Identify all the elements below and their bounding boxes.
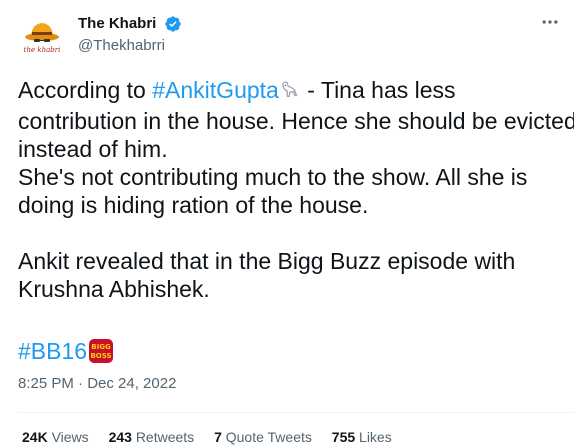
views-label: Views xyxy=(51,429,89,445)
tweet-line: instead of him. xyxy=(18,136,168,162)
tweet-stats: 24K Views 243 Retweets 7 Quote Tweets 75… xyxy=(22,428,408,446)
views-count: 24K xyxy=(22,429,48,445)
tweet-line: Krushna Abhishek. xyxy=(18,276,210,302)
more-options-button[interactable] xyxy=(540,12,566,32)
tweet-line: #BB16 BIGG BOSS xyxy=(18,337,574,365)
likes-stat[interactable]: 755 Likes xyxy=(332,428,392,446)
quote-tweets-label: Quote Tweets xyxy=(225,429,312,445)
more-dots-icon xyxy=(542,20,558,24)
author-display-name[interactable]: The Khabri xyxy=(78,14,156,34)
tweet-line: Ankit revealed that in the Bigg Buzz epi… xyxy=(18,248,516,274)
author-handle[interactable]: @Thekhabrri xyxy=(78,36,182,56)
tweet-line: contribution in the house. Hence she sho… xyxy=(18,108,574,134)
tweet-timestamp[interactable]: 8:25 PM · Dec 24, 2022 xyxy=(18,374,176,394)
likes-label: Likes xyxy=(359,429,392,445)
tweet-line: According to #AnkitGupta - Tina has less xyxy=(18,76,574,107)
views-stat: 24K Views xyxy=(22,428,89,446)
tweet-text-segment: - Tina has less xyxy=(300,77,456,103)
author-name-block: The Khabri @Thekhabrri xyxy=(78,14,182,56)
hashtag-bb16-link[interactable]: #BB16 xyxy=(18,338,87,364)
quote-tweets-count: 7 xyxy=(214,429,222,445)
goat-emoji-icon xyxy=(279,79,301,107)
author-avatar[interactable]: the khabri xyxy=(18,12,66,60)
svg-text:BOSS: BOSS xyxy=(91,352,112,360)
retweets-stat[interactable]: 243 Retweets xyxy=(109,428,195,446)
verified-badge-icon xyxy=(165,16,181,32)
retweets-label: Retweets xyxy=(135,429,195,445)
tweet-header: the khabri The Khabri @Thekhabrri xyxy=(18,12,574,60)
svg-text:BIGG: BIGG xyxy=(91,343,111,351)
likes-count: 755 xyxy=(331,429,356,445)
hashtag-ankitgupta-link[interactable]: #AnkitGupta xyxy=(152,77,279,103)
tweet-text-segment: According to xyxy=(18,77,153,103)
khabri-logo-icon: the khabri xyxy=(18,12,66,60)
quote-tweets-stat[interactable]: 7 Quote Tweets xyxy=(214,428,312,446)
tweet-text: According to #AnkitGupta - Tina has less… xyxy=(18,76,574,365)
tweet-line: She's not contributing much to the show.… xyxy=(18,164,528,190)
bigg-boss-logo-icon: BIGG BOSS xyxy=(88,338,114,364)
retweets-count: 243 xyxy=(108,429,132,445)
stats-divider xyxy=(18,412,574,413)
avatar-logo-text: the khabri xyxy=(24,46,61,54)
tweet-line: doing is hiding ration of the house. xyxy=(18,192,369,218)
